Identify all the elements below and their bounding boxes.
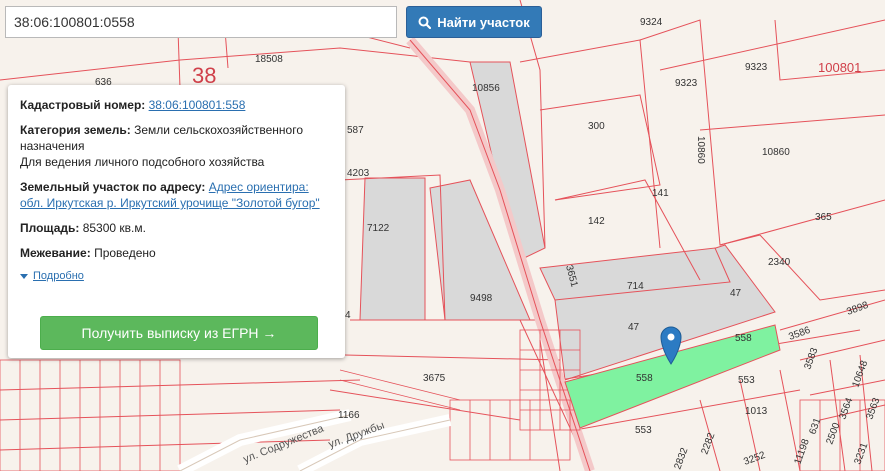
parcel-label: 9323	[675, 78, 698, 89]
parcel-label: 558	[735, 333, 752, 344]
parcel-label: 9498	[470, 293, 493, 304]
address-label: Земельный участок по адресу:	[20, 180, 206, 194]
parcel-label: 9324	[640, 17, 663, 28]
find-parcel-button[interactable]: Найти участок	[406, 6, 542, 38]
parcel-label: 10860	[762, 147, 790, 158]
area-value: 85300 кв.м.	[82, 221, 146, 235]
chevron-down-icon	[20, 273, 28, 279]
parcel-label: 3675	[423, 373, 446, 384]
parcel-label: 365	[815, 212, 832, 223]
parcel-label: 553	[738, 375, 755, 386]
parcel-label: 558	[636, 373, 653, 384]
category-use: Для ведения личного подсобного хозяйства	[20, 155, 265, 169]
parcel-label: 47	[730, 288, 742, 299]
parcel-label: 10856	[472, 83, 500, 94]
parcel-label: 7122	[367, 223, 390, 234]
parcel-label: 1013	[745, 406, 768, 417]
category-label: Категория земель:	[20, 123, 131, 137]
parcel-label: 1166	[338, 410, 360, 421]
address-row: Земельный участок по адресу: Адрес ориен…	[20, 179, 333, 211]
parcel-label: 141	[652, 188, 669, 199]
survey-value: Проведено	[94, 246, 156, 260]
search-input[interactable]	[5, 6, 397, 38]
cadastral-row: Кадастровый номер: 38:06:100801:558	[20, 97, 333, 113]
category-row: Категория земель: Земли сельскохозяйстве…	[20, 122, 333, 170]
survey-label: Межевание:	[20, 246, 91, 260]
parcel-label: 2340	[768, 257, 791, 268]
parcel-label: 142	[588, 216, 605, 227]
search-icon	[418, 16, 432, 29]
area-label: Площадь:	[20, 221, 80, 235]
parcel-label: 300	[588, 121, 605, 132]
block-number: 100801	[818, 60, 861, 75]
area-row: Площадь: 85300 кв.м.	[20, 220, 333, 236]
parcel-label: 4	[345, 310, 351, 321]
cadastral-label: Кадастровый номер:	[20, 98, 146, 112]
parcel-label: 47	[628, 322, 640, 333]
parcel-label: 714	[627, 281, 644, 292]
built-area	[359, 177, 426, 321]
get-egrn-extract-button[interactable]: Получить выписку из ЕГРН →	[40, 316, 318, 350]
parcel-label: 10860	[695, 136, 706, 164]
parcel-label: 4203	[347, 168, 370, 179]
cadastral-number-link[interactable]: 38:06:100801:558	[149, 98, 246, 112]
parcel-label: 553	[635, 425, 652, 436]
survey-row: Межевание: Проведено	[20, 245, 333, 261]
parcel-label: 18508	[255, 54, 283, 65]
details-toggle[interactable]: Подробно	[20, 268, 333, 284]
find-parcel-button-label: Найти участок	[437, 14, 530, 30]
parcel-label: 9323	[745, 62, 768, 73]
parcel-info-card: Кадастровый номер: 38:06:100801:558 Кате…	[8, 85, 345, 358]
parcel-label: 587	[347, 125, 364, 136]
details-link[interactable]: Подробно	[33, 268, 84, 284]
